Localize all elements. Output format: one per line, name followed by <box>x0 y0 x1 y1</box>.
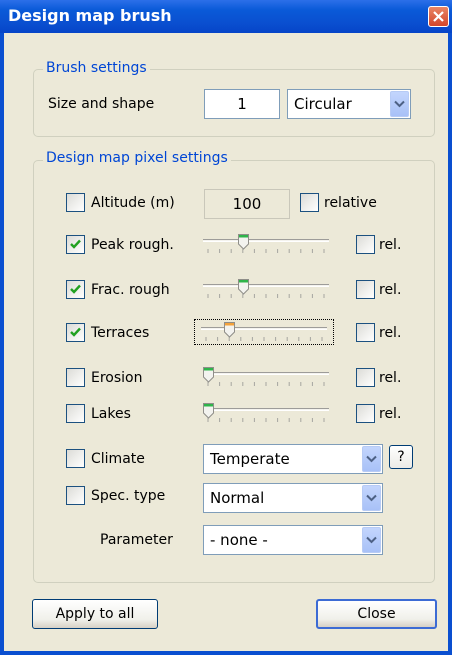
chevron-down-icon[interactable] <box>390 91 409 117</box>
close-button[interactable]: Close <box>316 599 437 629</box>
erosion-slider[interactable] <box>203 366 329 388</box>
spec-type-select[interactable]: Normal <box>203 483 383 513</box>
peak-rough-slider[interactable] <box>203 233 329 255</box>
lakes-slider[interactable] <box>203 402 329 424</box>
slider-thumb-icon[interactable] <box>224 322 235 338</box>
parameter-label: Parameter <box>100 532 173 548</box>
terraces-rel-checkbox[interactable] <box>356 323 375 342</box>
title-bar[interactable]: Design map brush <box>0 0 452 33</box>
slider-thumb-icon[interactable] <box>237 279 249 295</box>
frac-rough-checkbox[interactable] <box>66 280 85 299</box>
peak-rel-checkbox[interactable] <box>356 235 375 254</box>
erosion-checkbox[interactable] <box>66 368 85 387</box>
altitude-input[interactable]: 100 <box>204 189 290 219</box>
size-shape-label: Size and shape <box>48 96 155 112</box>
close-icon[interactable] <box>428 6 449 27</box>
spec-type-label: Spec. type <box>91 488 166 504</box>
erosion-label: Erosion <box>91 370 143 386</box>
slider-track <box>203 408 329 411</box>
peak-rel-label: rel. <box>379 237 402 253</box>
frac-rel-checkbox[interactable] <box>356 280 375 299</box>
climate-select[interactable]: Temperate <box>203 444 383 474</box>
chevron-down-icon[interactable] <box>362 485 381 511</box>
altitude-relative-checkbox[interactable] <box>300 193 319 212</box>
slider-track <box>203 284 329 287</box>
slider-thumb-icon[interactable] <box>237 234 249 250</box>
window-border-right <box>448 33 452 655</box>
frac-rel-label: rel. <box>379 282 402 298</box>
slider-track <box>203 239 329 242</box>
chevron-down-icon[interactable] <box>362 527 381 553</box>
pixel-settings-title: Design map pixel settings <box>43 150 231 166</box>
slider-thumb-icon[interactable] <box>203 403 214 419</box>
climate-value: Temperate <box>210 450 290 468</box>
terraces-label: Terraces <box>91 325 150 341</box>
frac-rough-slider[interactable] <box>203 278 329 300</box>
parameter-value: - none - <box>210 531 268 549</box>
slider-ticks <box>207 294 325 298</box>
spec-type-value: Normal <box>210 489 265 507</box>
chevron-down-icon[interactable] <box>362 446 381 472</box>
lakes-rel-checkbox[interactable] <box>356 404 375 423</box>
climate-checkbox[interactable] <box>66 449 85 468</box>
checkmark-icon <box>70 239 81 249</box>
window-title: Design map brush <box>8 6 172 25</box>
terraces-slider[interactable] <box>194 319 334 345</box>
altitude-relative-label: relative <box>324 195 377 211</box>
brush-shape-value: Circular <box>294 95 352 113</box>
window-border-bottom <box>0 651 452 655</box>
apply-to-all-button[interactable]: Apply to all <box>32 599 158 629</box>
slider-ticks <box>205 337 323 341</box>
lakes-rel-label: rel. <box>379 406 402 422</box>
slider-ticks <box>207 382 325 386</box>
checkmark-icon <box>70 284 81 294</box>
altitude-checkbox[interactable] <box>66 193 85 212</box>
brush-settings-title: Brush settings <box>43 60 150 76</box>
spec-type-checkbox[interactable] <box>66 486 85 505</box>
design-map-brush-dialog: Design map brush Brush settings Size and… <box>0 0 452 655</box>
brush-shape-select[interactable]: Circular <box>287 89 411 119</box>
peak-rough-label: Peak rough. <box>91 237 174 253</box>
altitude-label: Altitude (m) <box>91 195 175 211</box>
terraces-rel-label: rel. <box>379 325 402 341</box>
window-border-left <box>0 33 4 655</box>
erosion-rel-label: rel. <box>379 370 402 386</box>
slider-track <box>201 327 327 330</box>
brush-size-input[interactable]: 1 <box>204 89 280 119</box>
slider-ticks <box>207 249 325 253</box>
peak-rough-checkbox[interactable] <box>66 235 85 254</box>
slider-thumb-icon[interactable] <box>203 367 214 383</box>
erosion-rel-checkbox[interactable] <box>356 368 375 387</box>
terraces-checkbox[interactable] <box>66 323 85 342</box>
climate-label: Climate <box>91 451 145 467</box>
parameter-select[interactable]: - none - <box>203 525 383 555</box>
lakes-checkbox[interactable] <box>66 404 85 423</box>
frac-rough-label: Frac. rough <box>91 282 170 298</box>
slider-track <box>203 372 329 375</box>
climate-help-button[interactable]: ? <box>389 445 413 469</box>
checkmark-icon <box>70 327 81 337</box>
lakes-label: Lakes <box>91 406 131 422</box>
slider-ticks <box>207 418 325 422</box>
